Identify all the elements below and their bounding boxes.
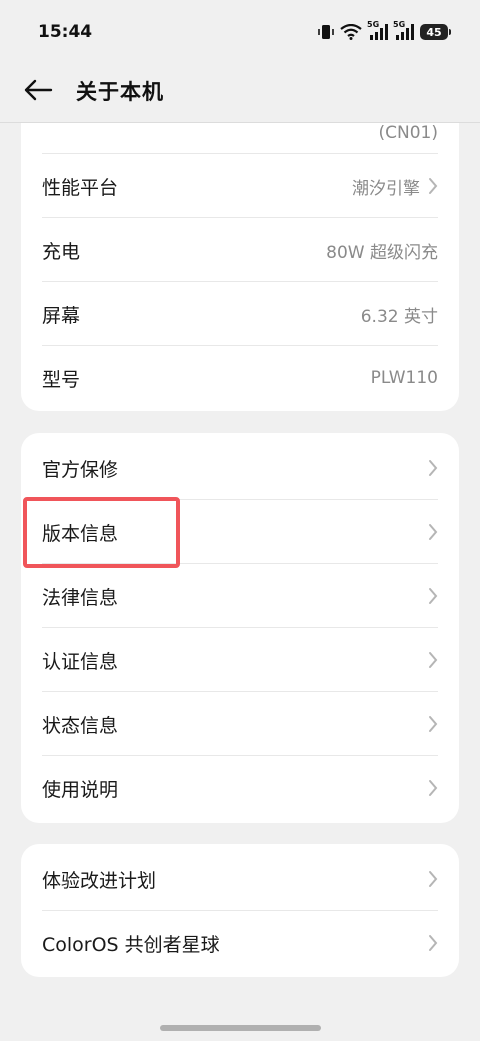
community-card: 体验改进计划 ColorOS 共创者星球 (21, 844, 459, 977)
row-label: 认证信息 (42, 650, 119, 673)
row-version-info[interactable]: 版本信息 (42, 500, 438, 564)
wifi-icon (340, 24, 362, 40)
row-experience-program[interactable]: 体验改进计划 (42, 847, 438, 911)
chevron-right-icon (428, 459, 438, 477)
row-coloros-community[interactable]: ColorOS 共创者星球 (42, 911, 438, 975)
cut-off-value: (CN01) (378, 123, 438, 143)
chevron-right-icon (428, 651, 438, 669)
network-type-label-1: 5G (367, 20, 380, 29)
chevron-right-icon (428, 177, 438, 195)
vibrate-icon (318, 23, 334, 41)
row-legal-info[interactable]: 法律信息 (42, 564, 438, 628)
row-label: 性能平台 (42, 176, 119, 199)
row-performance-platform[interactable]: 性能平台 潮汐引擎 (42, 154, 438, 218)
row-label: 型号 (42, 368, 81, 391)
row-official-warranty[interactable]: 官方保修 (42, 436, 438, 500)
row-label: 使用说明 (42, 778, 119, 801)
row-label: 体验改进计划 (42, 869, 157, 892)
home-indicator[interactable] (160, 1025, 321, 1031)
app-header: 关于本机 (0, 64, 480, 122)
status-bar: 15:44 5G 5G 45 (0, 0, 480, 64)
chevron-right-icon (428, 523, 438, 541)
device-info-card: (CN01) 性能平台 潮汐引擎 充电 80W 超级闪充 屏幕 6.32 英寸 (21, 123, 459, 411)
info-links-card: 官方保修 版本信息 法律信息 认证信息 状态信息 使用说明 (21, 433, 459, 823)
chevron-right-icon (428, 779, 438, 797)
row-label: 法律信息 (42, 586, 119, 609)
row-label: 状态信息 (42, 714, 119, 737)
cellular-signal-icon-2: 5G (393, 20, 414, 40)
back-arrow-icon (23, 79, 53, 105)
row-label: 官方保修 (42, 458, 119, 481)
row-value: 潮汐引擎 (352, 178, 420, 199)
settings-list[interactable]: (CN01) 性能平台 潮汐引擎 充电 80W 超级闪充 屏幕 6.32 英寸 (0, 123, 480, 1041)
row-label: 屏幕 (42, 304, 81, 327)
row-value: PLW110 (370, 368, 438, 388)
row-model: 型号 PLW110 (42, 346, 438, 410)
row-label: ColorOS 共创者星球 (42, 933, 220, 956)
status-time: 15:44 (38, 22, 93, 42)
cellular-signal-icon-1: 5G (367, 20, 388, 40)
row-label: 版本信息 (42, 522, 119, 545)
row-label: 充电 (42, 240, 81, 263)
chevron-right-icon (428, 587, 438, 605)
status-icons: 5G 5G 45 (318, 20, 451, 44)
page-title: 关于本机 (76, 80, 164, 104)
row-certification-info[interactable]: 认证信息 (42, 628, 438, 692)
battery-icon: 45 (420, 24, 451, 40)
chevron-right-icon (428, 715, 438, 733)
chevron-right-icon (428, 934, 438, 952)
row-user-guide[interactable]: 使用说明 (42, 756, 438, 820)
row-value: 6.32 英寸 (360, 306, 438, 327)
row-value: 80W 超级闪充 (326, 242, 438, 263)
row-charging: 充电 80W 超级闪充 (42, 218, 438, 282)
chevron-right-icon (428, 870, 438, 888)
row-status-info[interactable]: 状态信息 (42, 692, 438, 756)
back-button[interactable] (18, 74, 58, 110)
network-type-label-2: 5G (393, 20, 406, 29)
row-screen: 屏幕 6.32 英寸 (42, 282, 438, 346)
